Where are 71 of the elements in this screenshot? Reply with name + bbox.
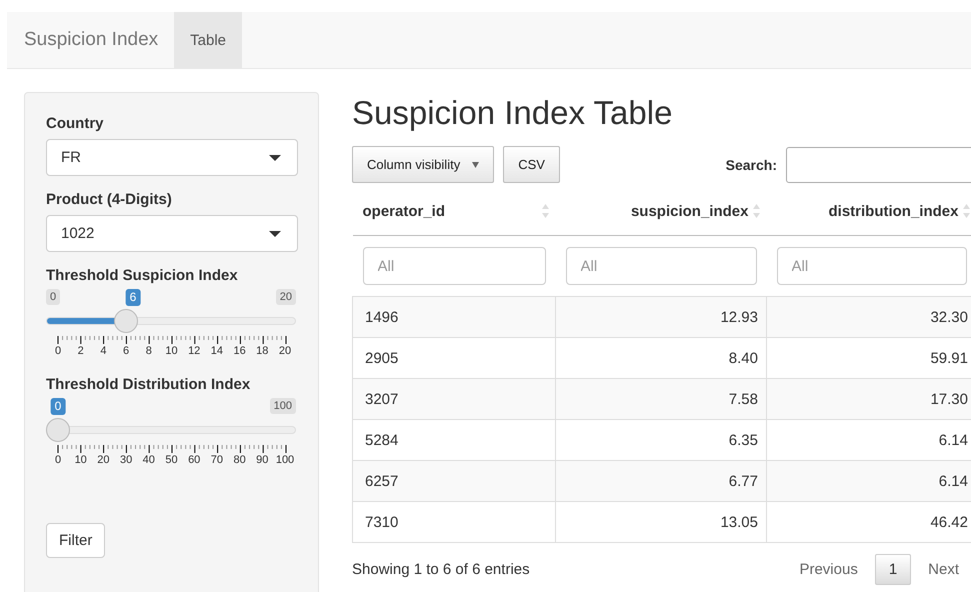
table-cell: 6.14 <box>766 460 971 502</box>
tick-label: 10 <box>74 454 87 466</box>
slider-handle[interactable] <box>46 418 70 442</box>
slider-track[interactable] <box>46 317 296 325</box>
slider-max: 20 <box>276 289 296 305</box>
sort-icon <box>542 204 548 218</box>
tick-label: 20 <box>278 345 292 357</box>
tick-label: 70 <box>210 454 224 466</box>
field-label: Product (4-Digits) <box>46 191 173 208</box>
pagination-link[interactable]: Previous <box>782 555 875 584</box>
tick-label: 90 <box>256 454 268 466</box>
tick-label: 8 <box>146 345 152 357</box>
tick-label: 20 <box>97 454 110 466</box>
brand-title[interactable]: Suspicion Index <box>7 12 174 68</box>
table-cell: 3207 <box>352 378 556 420</box>
search-label: Search: <box>726 156 777 172</box>
slider-max: 100 <box>270 398 296 414</box>
table-cell: 17.30 <box>766 378 971 420</box>
table-cell: 7310 <box>352 502 556 542</box>
column-header[interactable]: operator_id <box>352 188 556 236</box>
tick-label: 16 <box>233 345 246 357</box>
tick-label: 12 <box>188 345 200 357</box>
sort-icon <box>962 204 970 218</box>
dropdown-button[interactable]: Column visibility <box>352 146 494 183</box>
nav-tab[interactable]: Table <box>174 12 242 68</box>
caret-icon <box>269 154 281 160</box>
slider-label: Threshold Suspicion Index <box>46 267 239 284</box>
pagination-link[interactable]: Next <box>911 555 971 584</box>
tick-label: 14 <box>210 345 224 357</box>
slider-value: 6 <box>126 289 140 306</box>
select-field[interactable]: FR <box>46 139 298 176</box>
search-field[interactable] <box>786 146 971 182</box>
slider-value: 0 <box>50 398 66 415</box>
tick-label: 40 <box>142 454 155 466</box>
filter-button[interactable]: Filter <box>46 523 106 558</box>
tick-label: 4 <box>100 345 106 357</box>
filter-field[interactable]: All <box>776 247 966 285</box>
caret-icon <box>269 230 281 236</box>
tick-label: 30 <box>120 454 132 466</box>
column-header[interactable]: distribution_index <box>766 188 971 236</box>
field-label: Country <box>46 115 104 132</box>
tick-label: 100 <box>276 454 294 466</box>
tick-label: 80 <box>233 454 246 466</box>
table-cell: 6257 <box>352 460 556 502</box>
tick-label: 10 <box>165 345 178 357</box>
export-button[interactable]: CSV <box>503 146 560 183</box>
page-button[interactable]: 1 <box>874 554 912 585</box>
tick-label: 60 <box>188 454 200 466</box>
slider-handle[interactable] <box>114 309 138 333</box>
select-field[interactable]: 1022 <box>46 215 298 252</box>
filter-field[interactable]: All <box>566 247 756 285</box>
tick-label: 50 <box>165 454 178 466</box>
table-cell: 32.30 <box>766 296 971 338</box>
caret-icon <box>472 162 480 168</box>
tick-label: 0 <box>54 454 62 466</box>
slider-min: 0 <box>46 289 60 305</box>
table-cell: 1496 <box>352 296 556 338</box>
table-cell: 12.93 <box>556 296 766 338</box>
entries-info: Showing 1 to 6 of 6 entries <box>352 561 530 578</box>
sort-icon <box>752 204 760 218</box>
tick-label: 2 <box>78 345 84 357</box>
filter-field[interactable]: All <box>362 247 546 285</box>
table-cell: 6.77 <box>556 460 766 502</box>
tick-label: 18 <box>256 345 268 357</box>
slider-label: Threshold Distribution Index <box>46 376 252 393</box>
tick-label: 6 <box>123 345 130 357</box>
page-title: Suspicion Index Table <box>352 93 674 133</box>
table-cell: 13.05 <box>556 502 766 542</box>
tick-label: 0 <box>54 345 62 357</box>
table-cell: 7.58 <box>556 378 766 420</box>
column-header[interactable]: suspicion_index <box>556 188 766 236</box>
